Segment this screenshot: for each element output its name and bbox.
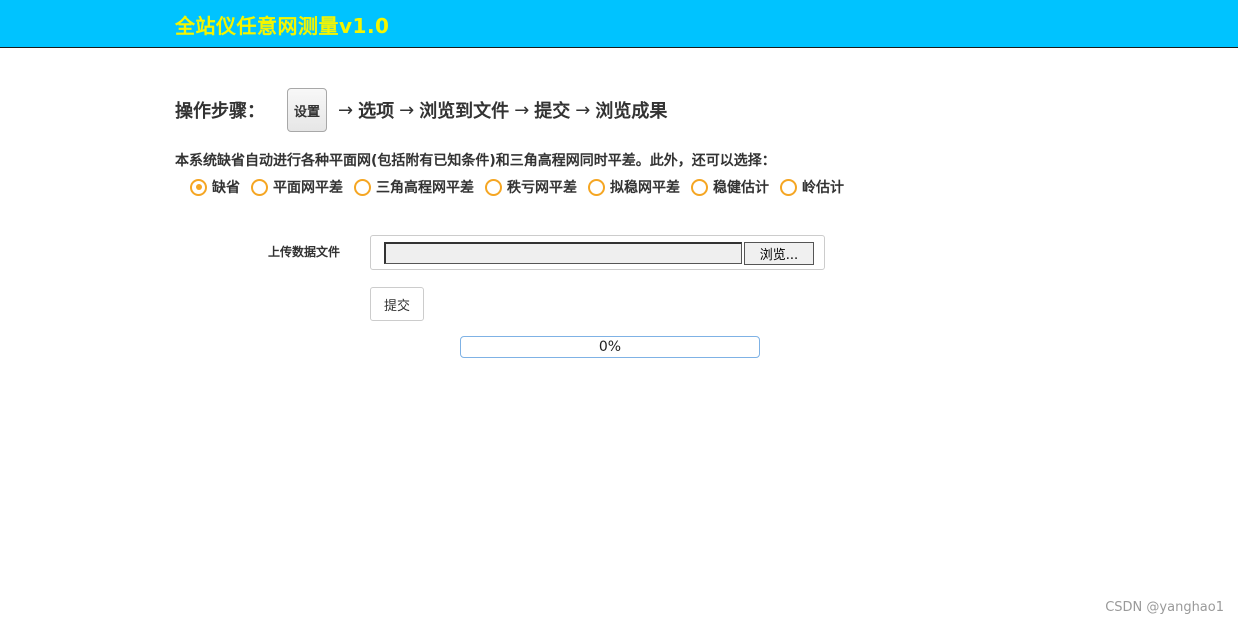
- arrow-icon: →: [399, 99, 415, 121]
- option-ridge-estimation[interactable]: 岭估计: [780, 177, 844, 197]
- browse-button[interactable]: 浏览...: [744, 242, 814, 265]
- submit-button[interactable]: 提交: [370, 287, 424, 321]
- file-path-field[interactable]: [384, 242, 742, 264]
- step-options: 选项: [358, 101, 395, 122]
- progress-bar: 0%: [460, 336, 760, 358]
- adjustment-options: 缺省 平面网平差 三角高程网平差 秩亏网平差 拟稳网平差 稳健估计 岭估计: [190, 177, 855, 197]
- watermark: CSDN @yanghao1: [1105, 600, 1224, 615]
- option-label: 缺省: [212, 180, 240, 196]
- option-plane-network[interactable]: 平面网平差: [251, 177, 343, 197]
- progress-text: 0%: [598, 339, 622, 355]
- arrow-icon: →: [514, 99, 530, 121]
- option-rank-deficient[interactable]: 秩亏网平差: [485, 177, 577, 197]
- radio-icon[interactable]: [485, 178, 502, 196]
- option-default[interactable]: 缺省: [190, 177, 240, 197]
- option-label: 拟稳网平差: [610, 180, 680, 196]
- radio-icon[interactable]: [691, 178, 708, 196]
- option-label: 稳健估计: [713, 180, 769, 196]
- app-title: 全站仪任意网测量v1.0: [175, 14, 390, 38]
- option-label: 秩亏网平差: [507, 180, 577, 196]
- option-quasi-stable[interactable]: 拟稳网平差: [588, 177, 680, 197]
- radio-icon[interactable]: [588, 178, 605, 196]
- option-label: 岭估计: [802, 180, 844, 196]
- arrow-icon: →: [338, 99, 354, 121]
- option-label: 平面网平差: [273, 180, 343, 196]
- operation-steps: 操作步骤： 设置 → 选项 → 浏览到文件 → 提交 → 浏览成果: [175, 87, 667, 133]
- file-upload-box: 浏览...: [370, 235, 825, 270]
- radio-icon[interactable]: [251, 178, 268, 196]
- step-submit: 提交: [534, 101, 571, 122]
- upload-label: 上传数据文件: [268, 245, 341, 259]
- radio-icon[interactable]: [354, 178, 371, 196]
- settings-button[interactable]: 设置: [287, 88, 327, 132]
- app-header: 全站仪任意网测量v1.0: [0, 0, 1238, 48]
- radio-checked-icon[interactable]: [190, 178, 207, 196]
- option-robust-estimation[interactable]: 稳健估计: [691, 177, 769, 197]
- option-trig-leveling[interactable]: 三角高程网平差: [354, 177, 474, 197]
- steps-label: 操作步骤：: [175, 101, 265, 122]
- system-description: 本系统缺省自动进行各种平面网(包括附有已知条件)和三角高程网同时平差。此外，还可…: [175, 153, 776, 169]
- step-view-results: 浏览成果: [595, 101, 668, 122]
- arrow-icon: →: [575, 99, 591, 121]
- radio-icon[interactable]: [780, 178, 797, 196]
- step-browse-file: 浏览到文件: [419, 101, 510, 122]
- option-label: 三角高程网平差: [376, 180, 474, 196]
